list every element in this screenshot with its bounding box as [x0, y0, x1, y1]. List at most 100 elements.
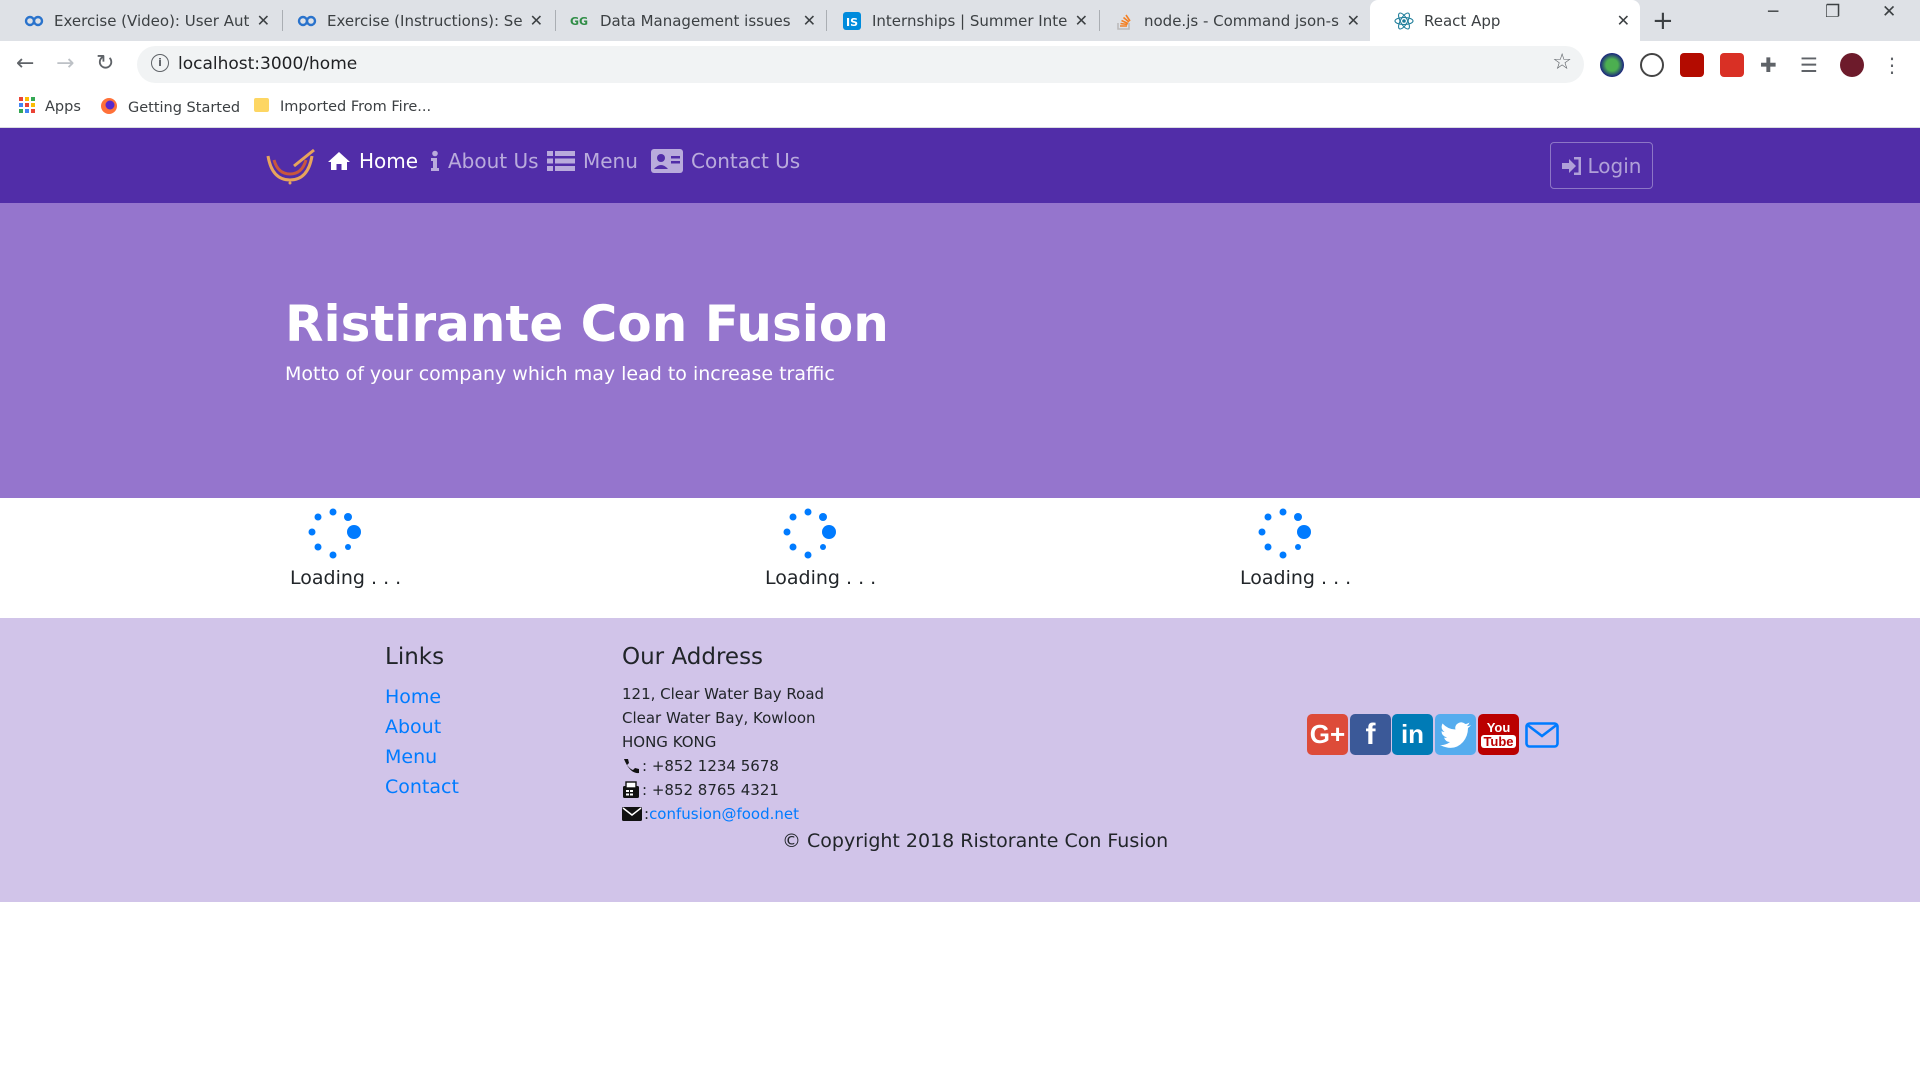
minimize-icon[interactable]: ─ [1768, 2, 1778, 22]
info-icon [430, 150, 440, 172]
footer-link-home[interactable]: Home [385, 686, 441, 708]
spinner-icon [303, 504, 363, 564]
close-icon[interactable]: ✕ [1075, 11, 1088, 30]
site-info-icon[interactable]: i [151, 54, 169, 72]
pdf-extension-icon[interactable] [1680, 53, 1704, 77]
restore-icon[interactable]: ❐ [1825, 2, 1840, 22]
tab-title: node.js - Command json-server [1144, 11, 1339, 30]
address-phone: : +852 1234 5678 [622, 757, 779, 775]
featured-cards-row: Loading . . . Loading . . . Loading . . … [0, 498, 1920, 618]
browser-tab-2[interactable]: Exercise (Instructions): Setting up ✕ [273, 0, 553, 41]
youtube-icon[interactable]: You Tube [1478, 714, 1519, 755]
bookmark-label: Getting Started [128, 100, 241, 116]
spinner-icon [778, 504, 838, 564]
loading-text: Loading . . . [765, 567, 877, 589]
footer-link-menu[interactable]: Menu [385, 746, 437, 768]
browser-tab-4[interactable]: IS Internships | Summer Internships ✕ [818, 0, 1098, 41]
restaurant-motto: Motto of your company which may lead to … [285, 363, 835, 385]
twitter-icon[interactable] [1435, 714, 1476, 755]
address-email: : confusion@food.net [622, 805, 799, 823]
tab-title: Exercise (Video): User Authentication [54, 11, 249, 30]
footer-link-contact[interactable]: Contact [385, 776, 459, 798]
browser-tab-1[interactable]: Exercise (Video): User Authentication ✕ [0, 0, 280, 41]
sign-in-icon [1561, 156, 1582, 175]
browser-tab-6-active[interactable]: React App ✕ [1370, 0, 1640, 41]
browser-tab-strip: Exercise (Video): User Authentication ✕ … [0, 0, 1920, 41]
nav-link-contact[interactable]: Contact Us [651, 149, 800, 173]
folder-icon [254, 97, 270, 117]
browser-tab-5[interactable]: node.js - Command json-server ✕ [1090, 0, 1370, 41]
restaurant-title: Ristirante Con Fusion [285, 295, 889, 353]
stackoverflow-icon [1114, 11, 1134, 31]
profile-avatar[interactable] [1840, 53, 1864, 77]
envelope-icon [622, 806, 642, 822]
site-navbar: Home About Us Menu Contact Us Login [0, 128, 1920, 203]
address-line: Clear Water Bay, Kowloon [622, 709, 816, 727]
forward-arrow-icon[interactable]: → [56, 51, 74, 76]
site-footer: Links Home About Menu Contact Our Addres… [0, 618, 1920, 902]
bookmark-label: Apps [45, 99, 81, 115]
address-fax: : +852 8765 4321 [622, 781, 779, 799]
react-icon [1394, 11, 1414, 31]
puzzle-extensions-icon[interactable]: ✚ [1760, 53, 1784, 77]
list-icon [547, 150, 575, 172]
address-bar[interactable]: i localhost:3000/home ☆ [137, 46, 1584, 83]
loading-text: Loading . . . [290, 567, 402, 589]
login-label: Login [1587, 153, 1642, 178]
address-line: HONG KONG [622, 733, 717, 751]
close-icon[interactable]: ✕ [803, 11, 816, 30]
bookmark-label: Imported From Fire... [280, 99, 432, 115]
footer-address-heading: Our Address [622, 644, 764, 670]
mail-envelope-icon[interactable] [1521, 714, 1562, 755]
bookmark-getting-started[interactable]: Getting Started [100, 97, 240, 119]
footer-link-about[interactable]: About [385, 716, 441, 738]
nav-link-label: Home [359, 149, 419, 173]
svg-text:IS: IS [846, 16, 858, 29]
facebook-icon[interactable]: f [1350, 714, 1391, 755]
extension-globe-icon[interactable] [1600, 53, 1624, 77]
linkedin-icon[interactable]: in [1392, 714, 1433, 755]
tab-title: Data Management issues in React [600, 11, 795, 30]
phone-icon [622, 758, 640, 774]
close-icon[interactable]: ✕ [257, 11, 270, 30]
tab-title: Exercise (Instructions): Setting up [327, 11, 522, 30]
close-icon[interactable]: ✕ [530, 11, 543, 30]
tab-title: Internships | Summer Internships [872, 11, 1067, 30]
jumbotron: Ristirante Con Fusion Motto of your comp… [0, 203, 1920, 498]
google-plus-icon[interactable]: G+ [1307, 714, 1348, 755]
coursera-icon [24, 11, 44, 31]
address-card-icon [651, 149, 683, 173]
address-url[interactable]: localhost:3000/home [178, 54, 357, 74]
window-close-icon[interactable]: ✕ [1882, 2, 1896, 22]
login-button[interactable]: Login [1550, 142, 1653, 189]
kebab-menu-icon[interactable]: ⋮ [1882, 53, 1906, 77]
browser-toolbar: ← → ↻ i localhost:3000/home ☆ ✚ ☰ ⋮ [0, 41, 1920, 88]
close-icon[interactable]: ✕ [1347, 11, 1360, 30]
brand-logo[interactable] [264, 146, 316, 186]
reload-icon[interactable]: ↻ [96, 51, 114, 76]
bookmarks-bar: Apps Getting Started Imported From Fire.… [0, 88, 1920, 128]
nav-link-menu[interactable]: Menu [547, 149, 638, 173]
fax-icon [622, 781, 640, 799]
footer-links-heading: Links [385, 644, 445, 670]
reading-list-icon[interactable]: ☰ [1800, 53, 1824, 77]
back-arrow-icon[interactable]: ← [16, 51, 34, 76]
internshala-icon: IS [842, 11, 862, 31]
bookmark-star-icon[interactable]: ☆ [1552, 50, 1572, 75]
extension-circle-icon[interactable] [1640, 53, 1664, 77]
coursera-icon [297, 11, 317, 31]
bookmark-imported-folder[interactable]: Imported From Fire... [254, 97, 431, 117]
firefox-icon [100, 97, 118, 119]
email-link[interactable]: confusion@food.net [649, 805, 799, 823]
close-icon[interactable]: ✕ [1617, 11, 1630, 30]
bookmark-apps[interactable]: Apps [19, 97, 81, 117]
apps-grid-icon [19, 97, 35, 117]
nav-link-home[interactable]: Home [327, 149, 418, 173]
new-tab-button[interactable]: + [1652, 6, 1674, 36]
browser-tab-3[interactable]: GG Data Management issues in React ✕ [546, 0, 826, 41]
phone-number: : +852 1234 5678 [642, 757, 779, 775]
extension-red-icon[interactable] [1720, 53, 1744, 77]
home-icon [327, 151, 351, 171]
tab-title: React App [1424, 11, 1501, 30]
nav-link-about[interactable]: About Us [430, 149, 539, 173]
